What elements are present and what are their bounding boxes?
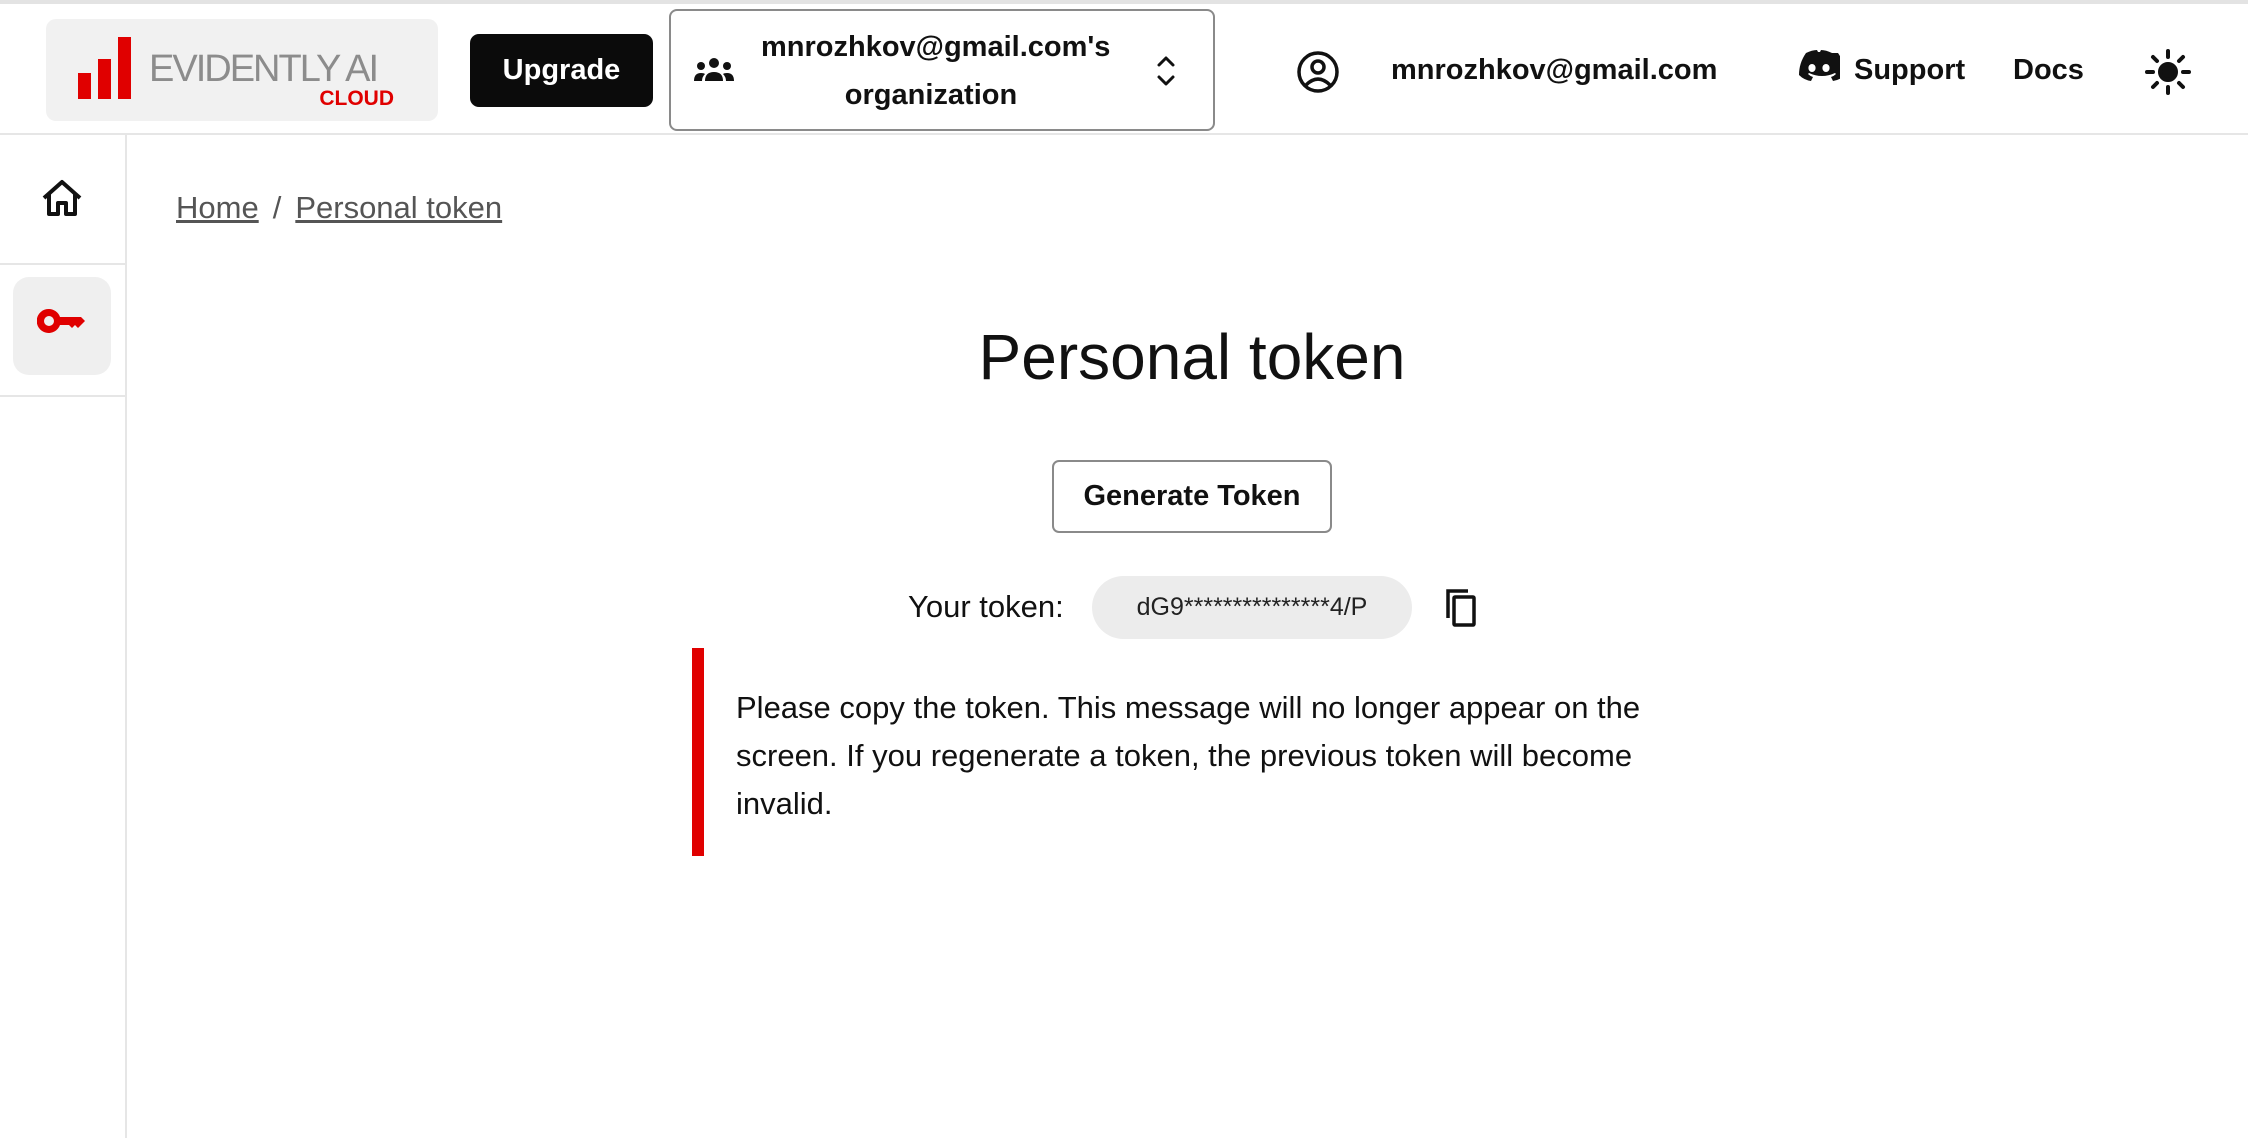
copy-warning-notice: Please copy the token. This message will… — [692, 648, 1652, 856]
org-name: mnrozhkov@gmail.com's organization — [761, 31, 1111, 111]
sidebar-item-home[interactable] — [0, 135, 125, 265]
docs-link[interactable]: Docs — [2013, 54, 2084, 87]
token-value[interactable]: dG9***************4/P — [1092, 576, 1412, 639]
page-title: Personal token — [978, 321, 1406, 393]
org-selector[interactable]: mnrozhkov@gmail.com's organization — [669, 9, 1215, 131]
logo-sub: CLOUD — [319, 87, 394, 110]
breadcrumb-personal-token[interactable]: Personal token — [295, 190, 502, 226]
breadcrumb-home[interactable]: Home — [176, 190, 259, 226]
copy-icon[interactable] — [1444, 588, 1478, 633]
sidebar — [0, 135, 127, 1138]
account-email[interactable]: mnrozhkov@gmail.com — [1391, 54, 1717, 87]
token-label: Your token: — [908, 589, 1064, 624]
bar-chart-logo-icon — [78, 37, 131, 99]
discord-icon — [1798, 50, 1845, 90]
home-icon — [42, 180, 82, 216]
support-link[interactable]: Support — [1798, 50, 1965, 90]
sun-icon[interactable] — [2144, 48, 2192, 101]
logo-brand: EVIDENTLY AI — [149, 48, 377, 90]
top-bar: EVIDENTLY AI CLOUD Upgrade mnrozhkov@gma… — [0, 4, 2248, 135]
support-label: Support — [1854, 53, 1966, 86]
evidently-logo[interactable]: EVIDENTLY AI CLOUD — [46, 19, 438, 121]
group-icon — [693, 55, 735, 90]
account-circle-icon[interactable] — [1296, 50, 1340, 99]
unfold-icon — [1155, 53, 1177, 94]
breadcrumb-separator: / — [272, 190, 282, 225]
upgrade-button[interactable]: Upgrade — [470, 34, 653, 107]
breadcrumb: Home / Personal token — [176, 190, 502, 226]
generate-token-button[interactable]: Generate Token — [1052, 460, 1332, 533]
